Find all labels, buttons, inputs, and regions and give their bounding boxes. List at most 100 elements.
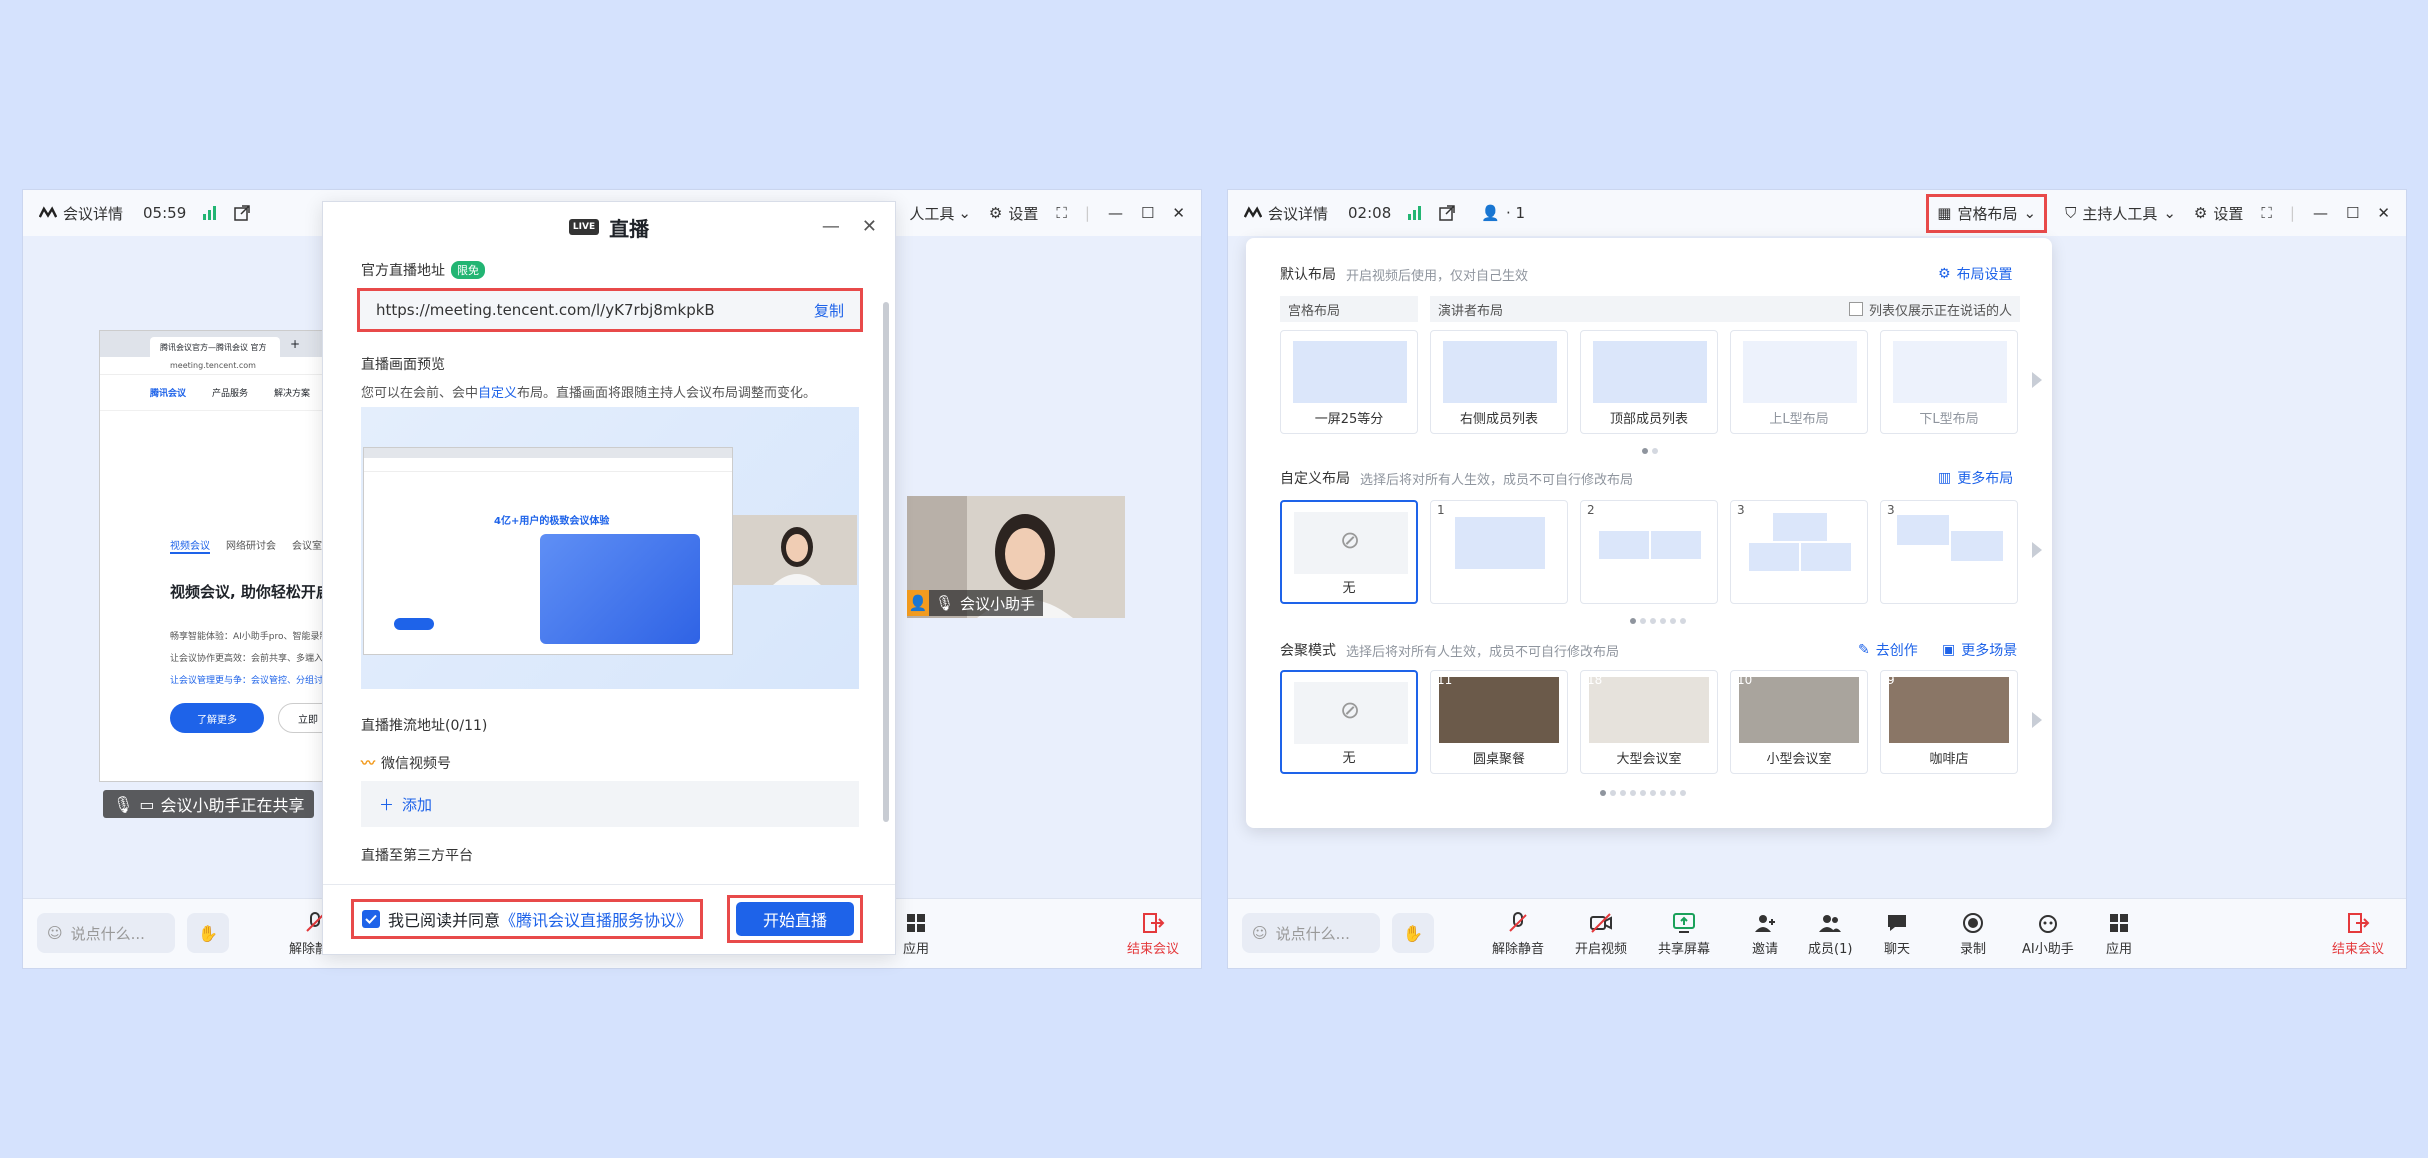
default-layout-card[interactable]: 顶部成员列表 [1580, 330, 1718, 434]
chat-button[interactable]: 聊天 [1884, 911, 1910, 957]
custom-layout-card[interactable]: 3 [1730, 500, 1868, 604]
meeting-details[interactable]: 会议详情 [39, 203, 123, 224]
apps-button[interactable]: 应用 [2106, 911, 2132, 957]
more-scenes-link[interactable]: ▣ 更多场景 [1942, 640, 2017, 660]
host-tools-button[interactable]: 人工具 ⌄ [909, 203, 971, 224]
start-live-label: 开始直播 [736, 902, 854, 936]
next-arrow-icon[interactable] [2032, 372, 2042, 388]
agreement-link[interactable]: 《腾讯会议直播服务协议》 [500, 907, 692, 931]
more-layouts-link[interactable]: ▥ 更多布局 [1938, 468, 2013, 488]
custom-layout-card[interactable]: 2 [1580, 500, 1718, 604]
layout-settings-link[interactable]: ⚙ 布局设置 [1938, 264, 2013, 284]
video-name: 会议小助手 [960, 594, 1036, 613]
layout-thumbnail [1893, 511, 2007, 573]
default-layout-card[interactable]: 下L型布局 [1880, 330, 2018, 434]
custom-layout-card[interactable]: 3 [1880, 500, 2018, 604]
default-layout-card[interactable]: 上L型布局 [1730, 330, 1868, 434]
grid-layout-button[interactable]: ▦ 宫格布局 ⌄ [1926, 193, 2048, 233]
invite-button[interactable]: 邀请 [1752, 911, 1778, 957]
host-tools-button[interactable]: ⛉ 主持人工具 ⌄ [2065, 203, 2176, 224]
minimize-icon[interactable]: — [822, 216, 840, 237]
layout-block [1897, 515, 1949, 545]
focus-mode-card[interactable]: 11 圆桌聚餐 [1430, 670, 1568, 774]
popout-icon[interactable] [1439, 205, 1455, 221]
live-icon: LIVE [568, 219, 600, 235]
custom-layout-card[interactable]: 1 [1430, 500, 1568, 604]
settings-button[interactable]: ⚙ 设置 [989, 203, 1038, 224]
focus-mode-card[interactable]: ⊘ 无 [1280, 670, 1418, 774]
minimize-icon[interactable]: — [1108, 204, 1123, 222]
default-layout-card-label: 一屏25等分 [1314, 412, 1384, 427]
meeting-details[interactable]: 会议详情 [1244, 203, 1328, 224]
chat-input[interactable]: ☺ 说点什么... [37, 913, 175, 953]
chat-input[interactable]: ☺ 说点什么... [1242, 913, 1380, 953]
mic-off-icon: 🎙 [113, 794, 134, 814]
ai-assistant-button[interactable]: AI小助手 [2022, 911, 2074, 957]
more-layouts-label: 更多布局 [1957, 471, 2014, 487]
preview-site-nav [364, 458, 732, 472]
popout-icon[interactable] [234, 205, 250, 221]
checkbox-checked-icon [362, 910, 380, 928]
members-label: 成员(1) [1808, 942, 1853, 957]
members-button[interactable]: 成员(1) [1808, 911, 1852, 957]
shield-icon: ⛉ [2065, 204, 2077, 222]
participant-count-label: · 1 [1505, 204, 1526, 222]
maximize-icon[interactable]: ☐ [1141, 204, 1154, 222]
hand-icon: ✋ [198, 923, 218, 943]
next-arrow-icon[interactable] [2032, 542, 2042, 558]
only-speaking-checkbox[interactable]: 列表仅展示正在说话的人 [1848, 300, 2012, 319]
close-icon[interactable]: ✕ [1172, 204, 1185, 222]
default-pager [1642, 448, 1658, 454]
default-layout-card[interactable]: 右侧成员列表 [1430, 330, 1568, 434]
focus-mode-card[interactable]: 10 小型会议室 [1730, 670, 1868, 774]
scene-thumbnail [1439, 677, 1559, 743]
free-tag: 限免 [451, 261, 485, 279]
add-label: 添加 [402, 795, 433, 814]
grid-layout-tab[interactable]: 宫格布局 [1280, 296, 1418, 322]
participant-count-badge: 1 [1437, 503, 1445, 517]
record-button[interactable]: 录制 [1960, 911, 1986, 957]
tencent-logo-icon [1244, 204, 1262, 222]
custom-layout-card[interactable]: ⊘ 无 [1280, 500, 1418, 604]
divider: | [2289, 204, 2295, 222]
focus-mode-card[interactable]: 18 大型会议室 [1580, 670, 1718, 774]
preview-browser-bar [364, 448, 732, 458]
layout-panel: 默认布局 开启视频后使用，仅对自己生效 ⚙ 布局设置 宫格布局 演讲者布局 列表… [1246, 238, 2052, 828]
end-meeting-button[interactable]: 结束会议 [2332, 911, 2384, 957]
agreement-checkbox[interactable]: 我已阅读并同意 《腾讯会议直播服务协议》 [351, 899, 704, 939]
signal-icon [202, 206, 218, 220]
focus-mode-card-label: 圆桌聚餐 [1472, 752, 1525, 767]
layout-block [1651, 531, 1701, 559]
next-arrow-icon[interactable] [2032, 712, 2042, 728]
scrollbar[interactable] [883, 302, 889, 822]
create-link[interactable]: ✎ 去创作 [1858, 640, 1918, 660]
maximize-icon[interactable]: ☐ [2346, 204, 2359, 222]
live-stream-dialog: LIVE 直播 — ✕ 官方直播地址 限免 https://meeting.te… [322, 201, 896, 955]
gear-icon: ⚙ [1938, 266, 1951, 282]
default-layout-card[interactable]: 一屏25等分 [1280, 330, 1418, 434]
close-icon[interactable]: ✕ [2377, 204, 2390, 222]
record-label: 录制 [1960, 942, 1987, 957]
start-live-button[interactable]: 开始直播 [727, 895, 863, 943]
close-icon[interactable]: ✕ [862, 216, 877, 237]
add-push-url-button[interactable]: ＋ 添加 [361, 781, 859, 827]
fullscreen-icon[interactable]: ⛶ [2261, 204, 2272, 222]
end-meeting-button[interactable]: 结束会议 [1127, 911, 1179, 957]
speaker-layout-tab[interactable]: 演讲者布局 列表仅展示正在说话的人 [1430, 296, 2020, 322]
share-screen-button[interactable]: 共享屏幕 [1658, 911, 1710, 957]
chat-label: 聊天 [1884, 942, 1911, 957]
apps-button[interactable]: 应用 [903, 911, 929, 957]
focus-mode-card[interactable]: 9 咖啡店 [1880, 670, 2018, 774]
copy-button[interactable]: 复制 [814, 300, 844, 321]
raise-hand-button[interactable]: ✋ [1392, 913, 1434, 953]
fullscreen-icon[interactable]: ⛶ [1056, 204, 1067, 222]
participant-count[interactable]: 👤 · 1 [1481, 204, 1525, 222]
custom-layout-link[interactable]: 自定义 [478, 386, 517, 401]
start-video-button[interactable]: 开启视频 [1575, 911, 1627, 957]
settings-button[interactable]: ⚙ 设置 [2194, 203, 2243, 224]
unmute-button[interactable]: 解除静音 [1492, 911, 1544, 957]
wechat-channel: 〰 微信视频号 [361, 753, 859, 773]
raise-hand-button[interactable]: ✋ [187, 913, 229, 953]
minimize-icon[interactable]: — [2313, 204, 2328, 222]
share-screen-label: 共享屏幕 [1658, 942, 1711, 957]
